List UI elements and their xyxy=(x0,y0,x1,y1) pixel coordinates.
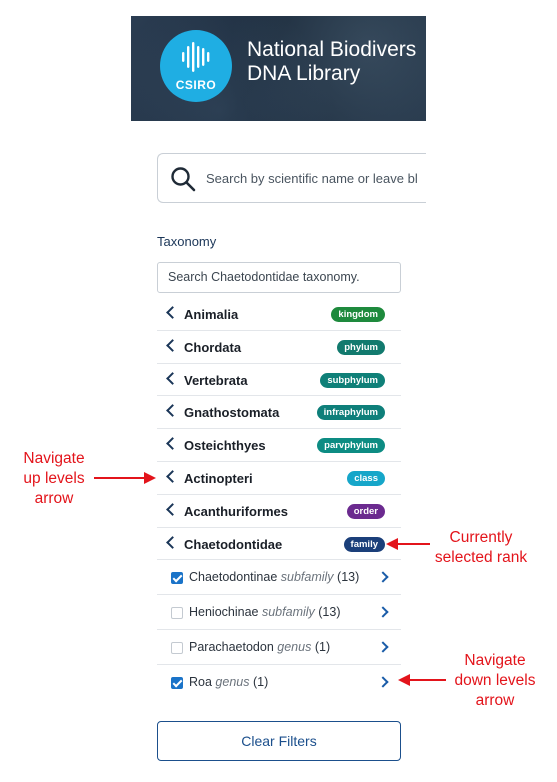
annotation-line: up levels xyxy=(23,470,85,487)
child-label: Roa genus (1) xyxy=(189,675,268,689)
child-name: Chaetodontinae xyxy=(189,570,278,585)
checkbox[interactable] xyxy=(171,642,183,655)
rank-name: Chaetodontidae xyxy=(184,536,283,552)
chevron-left-icon[interactable] xyxy=(166,437,179,451)
arrow-left-icon xyxy=(386,538,430,550)
taxonomy-search-input[interactable]: Search Chaetodontidae taxonomy. xyxy=(157,262,401,293)
child-name: Parachaetodon xyxy=(189,640,274,655)
annotation-line: arrow xyxy=(475,692,515,709)
scientific-name-search[interactable]: Search by scientific name or leave bl xyxy=(157,153,437,203)
annotation-down-levels: Navigate down levels arrow xyxy=(440,651,550,711)
search-placeholder: Search by scientific name or leave bl xyxy=(206,171,418,186)
annotation-line: down levels xyxy=(454,672,536,689)
rank-name: Gnathostomata xyxy=(184,405,280,421)
rank-badge: parvphylum xyxy=(317,438,385,454)
logo-text: CSIRO xyxy=(175,78,217,92)
rank-row-vertebrata[interactable]: Vertebrata subphylum xyxy=(157,364,401,397)
child-row-parachaetodon[interactable]: Parachaetodon genus (1) xyxy=(157,630,401,666)
chevron-left-icon[interactable] xyxy=(166,470,179,483)
csiro-logo[interactable]: CSIRO xyxy=(160,30,232,102)
rank-badge: family xyxy=(343,536,385,552)
chevron-left-icon[interactable] xyxy=(166,502,179,516)
rank-badge: infraphylum xyxy=(316,405,385,421)
rank-badge: kingdom xyxy=(331,307,385,322)
child-label: Heniochinae subfamily (13) xyxy=(189,605,341,619)
child-rank: subfamily xyxy=(280,570,334,585)
checkbox[interactable] xyxy=(171,572,183,585)
child-name: Heniochinae xyxy=(189,605,259,620)
annotation-line: arrow xyxy=(34,490,74,507)
taxonomy-heading: Taxonomy xyxy=(157,234,217,249)
chevron-left-icon[interactable] xyxy=(166,404,179,418)
taxonomy-rank-list: Animalia kingdom Chordata phylum Vertebr… xyxy=(157,298,401,700)
rank-name: Chordata xyxy=(184,339,242,355)
rank-name: Vertebrata xyxy=(184,372,248,388)
header-banner: CSIRO National Biodivers DNA Library xyxy=(131,16,426,121)
child-rank: subfamily xyxy=(261,605,315,620)
chevron-right-icon[interactable] xyxy=(377,676,389,689)
rank-name: Animalia xyxy=(184,307,239,322)
site-title: National Biodivers DNA Library xyxy=(247,38,416,86)
rank-row-gnathostomata[interactable]: Gnathostomata infraphylum xyxy=(157,396,401,430)
child-rank: genus xyxy=(215,675,250,690)
chevron-left-icon[interactable] xyxy=(166,371,179,385)
chevron-left-icon[interactable] xyxy=(166,338,179,352)
rank-badge: class xyxy=(347,470,385,486)
child-count: (1) xyxy=(314,640,331,655)
checkbox[interactable] xyxy=(171,677,183,690)
rank-badge: phylum xyxy=(337,339,385,355)
child-row-roa[interactable]: Roa genus (1) xyxy=(157,665,401,700)
clear-filters-button[interactable]: Clear Filters xyxy=(157,721,401,761)
rank-badge: order xyxy=(346,503,385,519)
child-rank: genus xyxy=(277,640,312,655)
child-name: Roa xyxy=(189,675,212,690)
child-count: (13) xyxy=(337,570,360,585)
annotation-up-levels: Navigate up levels arrow xyxy=(8,449,100,509)
annotation-line: Navigate xyxy=(464,652,526,669)
annotation-selected-rank: Currently selected rank xyxy=(418,528,544,568)
child-label: Parachaetodon genus (1) xyxy=(189,640,330,654)
dna-bars-icon xyxy=(182,42,210,72)
rank-badge: subphylum xyxy=(320,372,385,388)
rank-row-animalia[interactable]: Animalia kingdom xyxy=(157,298,401,331)
rank-name: Acanthuriformes xyxy=(184,503,289,519)
chevron-left-icon[interactable] xyxy=(166,535,179,549)
annotation-line: selected rank xyxy=(434,549,528,566)
rank-row-acanthuriformes[interactable]: Acanthuriformes order xyxy=(157,495,401,528)
arrow-right-icon xyxy=(94,472,156,484)
chevron-right-icon[interactable] xyxy=(377,571,389,584)
annotation-line: Navigate xyxy=(23,450,85,467)
rank-row-actinopteri[interactable]: Actinopteri class xyxy=(157,462,401,495)
chevron-right-icon[interactable] xyxy=(377,606,389,619)
child-row-chaetodontinae[interactable]: Chaetodontinae subfamily (13) xyxy=(157,560,401,596)
child-count: (13) xyxy=(318,605,341,620)
child-label: Chaetodontinae subfamily (13) xyxy=(189,570,359,584)
arrow-left-icon xyxy=(398,674,446,686)
annotation-line: Currently xyxy=(449,529,513,546)
checkbox[interactable] xyxy=(171,607,183,620)
rank-row-chordata[interactable]: Chordata phylum xyxy=(157,331,401,364)
child-count: (1) xyxy=(252,675,269,690)
rank-row-chaetodontidae-selected[interactable]: Chaetodontidae family xyxy=(157,528,401,561)
chevron-left-icon[interactable] xyxy=(166,306,179,319)
site-title-line1: National Biodivers xyxy=(247,38,417,61)
rank-name: Actinopteri xyxy=(184,470,253,486)
site-title-line2: DNA Library xyxy=(247,62,361,85)
child-row-heniochinae[interactable]: Heniochinae subfamily (13) xyxy=(157,595,401,631)
search-icon xyxy=(171,167,196,192)
chevron-right-icon[interactable] xyxy=(377,641,389,654)
rank-name: Osteichthyes xyxy=(184,438,266,454)
rank-row-osteichthyes[interactable]: Osteichthyes parvphylum xyxy=(157,429,401,462)
